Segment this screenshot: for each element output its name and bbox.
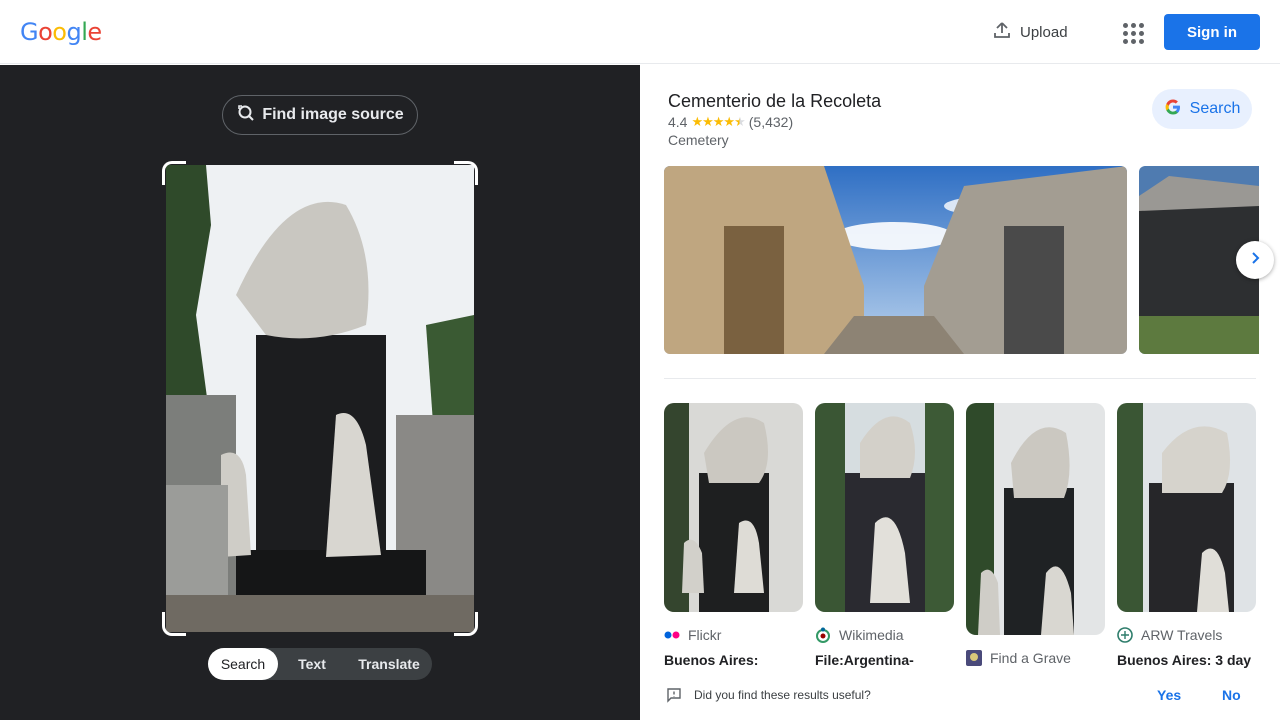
flickr-icon	[664, 627, 680, 643]
logo-letter-1: G	[20, 18, 39, 46]
feedback-bar: Did you find these results useful? Yes N…	[640, 671, 1280, 720]
result-source: ARW Travels	[1117, 626, 1256, 644]
findagrave-icon	[966, 650, 982, 666]
review-count: (5,432)	[748, 114, 794, 130]
google-g-icon	[1164, 98, 1182, 121]
place-photo-1[interactable]	[664, 166, 1127, 354]
crop-handle-top-left[interactable]	[162, 161, 186, 185]
result-thumbnail[interactable]	[815, 403, 954, 612]
place-rating: 4.4 ★★★★★ (5,432)	[668, 114, 793, 130]
place-type: Cemetery	[668, 132, 729, 148]
find-image-source-button[interactable]: Find image source	[222, 95, 418, 135]
result-source: Find a Grave	[966, 649, 1105, 667]
lens-search-icon	[236, 103, 256, 128]
feedback-yes-button[interactable]: Yes	[1157, 687, 1181, 703]
star-rating-icon: ★★★★★	[691, 114, 745, 129]
result-thumbnail[interactable]	[664, 403, 803, 612]
result-source-name: Wikimedia	[839, 627, 904, 643]
place-title[interactable]: Cementerio de la Recoleta	[668, 91, 881, 112]
find-image-source-label: Find image source	[262, 106, 404, 123]
google-logo[interactable]: Google	[20, 17, 102, 47]
result-card[interactable]: Find a Grave	[966, 403, 1105, 675]
crop-handle-top-right[interactable]	[454, 161, 478, 185]
wikimedia-icon	[815, 627, 831, 643]
results-panel: Cementerio de la Recoleta 4.4 ★★★★★ (5,4…	[640, 65, 1280, 720]
google-search-label: Search	[1189, 100, 1241, 117]
sign-in-button[interactable]: Sign in	[1164, 14, 1260, 50]
upload-label: Upload	[1020, 23, 1068, 41]
arw-travels-icon	[1117, 627, 1133, 643]
logo-letter-3: o	[52, 18, 67, 46]
result-source: Flickr	[664, 626, 803, 644]
result-source-name: ARW Travels	[1141, 627, 1223, 643]
result-source-name: Find a Grave	[990, 650, 1071, 666]
result-title[interactable]: File:Argentina-	[815, 652, 954, 668]
crop-selection[interactable]	[162, 161, 478, 636]
feedback-no-button[interactable]: No	[1222, 687, 1241, 703]
result-thumbnail[interactable]	[966, 403, 1105, 635]
rating-value: 4.4	[668, 114, 688, 130]
tab-text[interactable]: Text	[278, 648, 346, 680]
logo-letter-4: g	[66, 18, 82, 46]
result-source: Wikimedia	[815, 626, 954, 644]
result-thumbnail[interactable]	[1117, 403, 1256, 612]
image-query-panel: Find image source Search Text Translate	[0, 65, 640, 720]
logo-letter-2: o	[38, 18, 53, 46]
query-image	[166, 165, 474, 632]
carousel-next-button[interactable]	[1236, 241, 1274, 279]
result-title[interactable]: Buenos Aires:	[664, 652, 803, 668]
tab-search[interactable]: Search	[208, 648, 278, 680]
upload-icon	[992, 20, 1012, 44]
top-bar: Google Upload Sign in	[0, 0, 1280, 64]
chevron-right-icon	[1248, 251, 1262, 270]
result-card[interactable]: Flickr Buenos Aires:	[664, 403, 803, 668]
upload-button[interactable]: Upload	[992, 20, 1068, 44]
result-card[interactable]: ARW Travels Buenos Aires: 3 day	[1117, 403, 1256, 668]
section-divider	[664, 378, 1256, 379]
crop-handle-bottom-right[interactable]	[454, 612, 478, 636]
feedback-icon	[666, 687, 682, 706]
result-source-name: Flickr	[688, 627, 722, 643]
result-title[interactable]: Buenos Aires: 3 day	[1117, 652, 1256, 668]
google-search-button[interactable]: Search	[1152, 89, 1252, 129]
logo-letter-6: e	[87, 18, 102, 46]
tab-translate[interactable]: Translate	[346, 648, 432, 680]
crop-handle-bottom-left[interactable]	[162, 612, 186, 636]
feedback-question: Did you find these results useful?	[694, 688, 871, 702]
mode-switcher: Search Text Translate	[208, 648, 432, 680]
apps-grid-icon[interactable]	[1120, 20, 1144, 44]
result-card[interactable]: Wikimedia File:Argentina-	[815, 403, 954, 668]
